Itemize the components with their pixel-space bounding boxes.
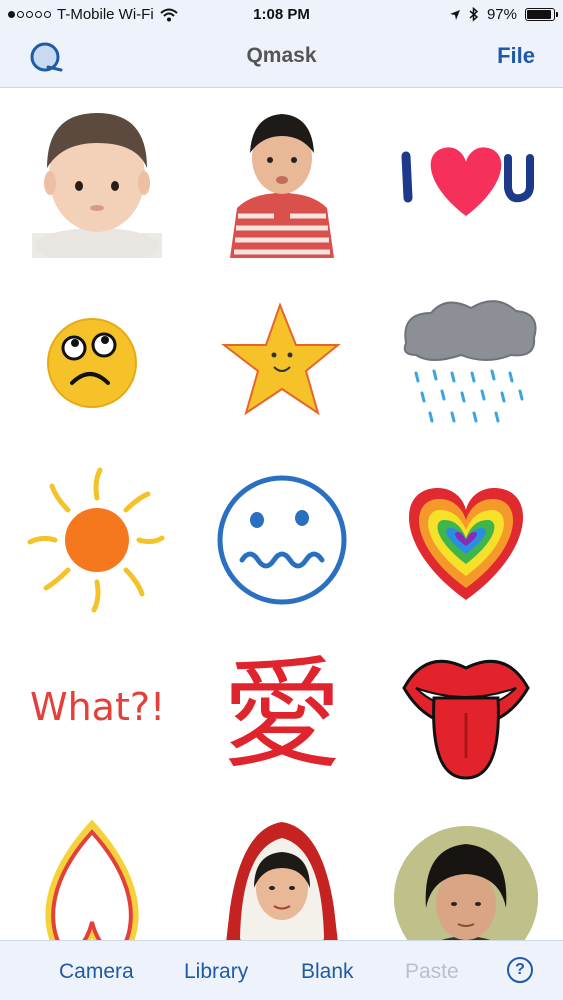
- sticker-man-portrait-photo[interactable]: [386, 818, 546, 940]
- ai-character-label: 愛: [222, 646, 342, 785]
- sticker-sun[interactable]: [12, 460, 172, 620]
- status-bar: T-Mobile Wi-Fi 1:08 PM 97%: [0, 0, 563, 30]
- sticker-smiling-star[interactable]: [202, 283, 362, 443]
- sticker-heart-outline[interactable]: [12, 818, 172, 940]
- sticker-woman-hood-photo[interactable]: [202, 818, 362, 940]
- what-text-label: What?!: [30, 685, 165, 729]
- sticker-grid: What?! 愛: [0, 88, 563, 940]
- sticker-toddler-photo[interactable]: [202, 98, 362, 258]
- sticker-lips-tongue[interactable]: [386, 628, 546, 788]
- sticker-ai-character[interactable]: 愛: [202, 628, 362, 788]
- bluetooth-icon: [469, 7, 479, 22]
- camera-button[interactable]: Camera: [59, 960, 134, 984]
- sticker-rain-cloud[interactable]: [386, 283, 546, 443]
- sticker-rainbow-heart[interactable]: [386, 460, 546, 620]
- library-button[interactable]: Library: [184, 960, 248, 984]
- help-button[interactable]: ?: [507, 957, 533, 983]
- sticker-i-heart-u[interactable]: [386, 98, 546, 258]
- location-arrow-icon: [449, 9, 460, 20]
- page-title: Qmask: [246, 44, 317, 67]
- sticker-baby-photo[interactable]: [17, 98, 177, 258]
- paste-button[interactable]: Paste: [405, 960, 459, 984]
- battery-percent: 97%: [486, 6, 517, 23]
- file-button[interactable]: File: [497, 43, 535, 69]
- bottom-toolbar: Camera Library Blank Paste ?: [0, 940, 563, 1000]
- blank-button[interactable]: Blank: [301, 960, 354, 984]
- battery-icon: [525, 8, 558, 21]
- help-icon: ?: [515, 961, 525, 978]
- sticker-rolling-eyes-face[interactable]: [12, 283, 172, 443]
- status-indicators: 97%: [449, 6, 558, 23]
- sticker-what-text[interactable]: What?!: [12, 628, 172, 788]
- navigation-bar: Qmask File: [0, 30, 563, 88]
- sticker-worried-face[interactable]: [202, 460, 362, 620]
